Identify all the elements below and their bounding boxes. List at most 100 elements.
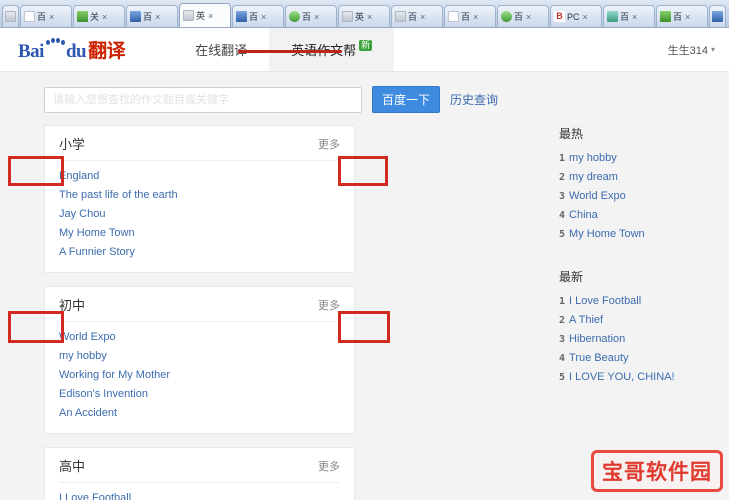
rank-number: 1 bbox=[559, 296, 566, 307]
sidebar-rank-item[interactable]: 3 Hibernation bbox=[559, 330, 729, 349]
sidebar-rank-item[interactable]: 1I Love Football bbox=[559, 292, 729, 311]
list-item[interactable]: A Funnier Story bbox=[59, 243, 340, 262]
rank-label: China bbox=[569, 209, 598, 221]
browser-tab-14[interactable] bbox=[709, 5, 726, 27]
browser-tab-label: 百 bbox=[461, 12, 471, 22]
sidebar-block-title: 最新 bbox=[559, 270, 584, 284]
close-icon[interactable]: × bbox=[261, 12, 266, 22]
close-icon[interactable]: × bbox=[420, 12, 425, 22]
logo-text-bai: Bai bbox=[18, 41, 44, 62]
user-name: 生生314 bbox=[667, 44, 708, 57]
browser-tab-7[interactable]: 英 × bbox=[338, 5, 390, 27]
rank-number: 5 bbox=[559, 372, 566, 383]
browser-tab-label: 关 bbox=[90, 12, 100, 22]
list-item[interactable]: Jay Chou bbox=[59, 205, 340, 224]
sidebar-rank-item[interactable]: 2 my dream bbox=[559, 168, 729, 187]
sidebar-rank-item[interactable]: 4 China bbox=[559, 206, 729, 225]
rank-label: My Home Town bbox=[569, 228, 645, 240]
browser-tab-10[interactable]: 百 × bbox=[497, 5, 549, 27]
baidu-fanyi-icon bbox=[342, 11, 353, 22]
green-globe-icon bbox=[289, 11, 300, 22]
list-item[interactable]: The past life of the earth bbox=[59, 186, 340, 205]
browser-tab-label: 百 bbox=[37, 12, 47, 22]
browser-tab-label: 百 bbox=[143, 12, 153, 22]
list-item[interactable]: World Expo bbox=[59, 328, 340, 347]
sidebar-rank-item[interactable]: 5I LOVE YOU, CHINA! bbox=[559, 368, 729, 387]
card-title: 高中 bbox=[59, 460, 86, 475]
page-body: 百度一下 历史查询 小学更多EnglandThe past life of th… bbox=[0, 72, 729, 500]
close-icon[interactable]: × bbox=[632, 12, 637, 22]
browser-tab-label: 百 bbox=[514, 12, 524, 22]
rank-label: my dream bbox=[569, 171, 618, 183]
sidebar-rank-item[interactable]: 5 My Home Town bbox=[559, 225, 729, 244]
list-item[interactable]: England bbox=[59, 167, 340, 186]
close-icon[interactable]: × bbox=[473, 12, 478, 22]
new-badge: 新 bbox=[359, 40, 373, 51]
card-more-link[interactable]: 更多 bbox=[318, 136, 340, 152]
close-icon[interactable]: × bbox=[583, 12, 588, 22]
browser-tab-3[interactable]: 百 × bbox=[126, 5, 178, 27]
baidu-fanyi-icon bbox=[183, 10, 194, 21]
close-icon[interactable]: × bbox=[49, 12, 54, 22]
list-item[interactable]: Edison's Invention bbox=[59, 385, 340, 404]
user-menu[interactable]: 生生314 ▾ bbox=[668, 42, 715, 58]
sidebar-rank-item[interactable]: 2A Thief bbox=[559, 311, 729, 330]
close-icon[interactable]: × bbox=[526, 12, 531, 22]
logo-text-du: du bbox=[65, 41, 87, 62]
browser-tab-4[interactable]: 英 × bbox=[179, 3, 231, 27]
close-icon[interactable]: × bbox=[314, 12, 319, 22]
card-essay-list: England The past life of the earth Jay Cho… bbox=[59, 161, 340, 262]
blue-page-icon bbox=[5, 11, 16, 22]
search-button[interactable]: 百度一下 bbox=[372, 86, 440, 113]
red-b-icon: B bbox=[554, 11, 565, 22]
blank-page-icon bbox=[448, 11, 459, 22]
browser-tab-label: 百 bbox=[249, 12, 259, 22]
browser-tab-6[interactable]: 百 × bbox=[285, 5, 337, 27]
search-input[interactable] bbox=[44, 86, 362, 113]
list-item[interactable]: Working for My Mother bbox=[59, 366, 340, 385]
browser-tab-5[interactable]: 百 × bbox=[232, 5, 284, 27]
browser-tab-strip[interactable]: 百 × 关 × 百 × 英 × 百 × 百 × 英 × 百 × 百 × 百 × B PC × 百 × 百 × bbox=[0, 0, 729, 28]
teal-app-icon bbox=[607, 11, 618, 22]
browser-tab-9[interactable]: 百 × bbox=[444, 5, 496, 27]
browser-tab-label: 英 bbox=[196, 11, 206, 21]
close-icon[interactable]: × bbox=[155, 12, 160, 22]
browser-tab-2[interactable]: 关 × bbox=[73, 5, 125, 27]
close-icon[interactable]: × bbox=[102, 12, 107, 22]
history-query-link[interactable]: 历史查询 bbox=[450, 91, 498, 108]
list-item[interactable]: My Home Town bbox=[59, 224, 340, 243]
chevron-down-icon: ▾ bbox=[710, 45, 715, 54]
browser-tab-1[interactable]: 百 × bbox=[20, 5, 72, 27]
close-icon[interactable]: × bbox=[685, 12, 690, 22]
card-title: 初中 bbox=[59, 299, 86, 314]
baidu-paw-icon bbox=[45, 38, 65, 57]
sidebar-rank-item[interactable]: 1 my hobby bbox=[559, 149, 729, 168]
rank-number: 1 bbox=[559, 153, 566, 164]
browser-tab-13[interactable]: 百 × bbox=[656, 5, 708, 27]
text-doc-icon bbox=[24, 11, 35, 22]
card-more-link[interactable]: 更多 bbox=[318, 297, 340, 313]
sidebar-block-title: 最热 bbox=[559, 127, 584, 141]
sidebar-rank-item[interactable]: 3 World Expo bbox=[559, 187, 729, 206]
list-item[interactable]: I Love Football bbox=[59, 489, 340, 500]
close-icon[interactable]: × bbox=[367, 12, 372, 22]
sidebar-rank-item[interactable]: 4 True Beauty bbox=[559, 349, 729, 368]
card-more-link[interactable]: 更多 bbox=[318, 458, 340, 474]
rank-label: World Expo bbox=[569, 190, 626, 202]
close-icon[interactable]: × bbox=[208, 11, 213, 21]
browser-tab-12[interactable]: 百 × bbox=[603, 5, 655, 27]
card-header: 小学 更多 bbox=[59, 134, 340, 161]
browser-tab-label: 百 bbox=[673, 12, 683, 22]
rank-number: 4 bbox=[559, 353, 566, 364]
baidu-fanyi-logo[interactable]: Bai du 翻译 bbox=[18, 36, 126, 63]
browser-tab-label: PC bbox=[567, 11, 580, 22]
rank-label: True Beauty bbox=[569, 352, 629, 364]
browser-tab-8[interactable]: 百 × bbox=[391, 5, 443, 27]
list-item[interactable]: my hobby bbox=[59, 347, 340, 366]
baidu-paw-icon bbox=[712, 11, 723, 22]
browser-tab-label: 百 bbox=[620, 12, 630, 22]
browser-tab-0[interactable] bbox=[2, 5, 19, 27]
browser-tab-11[interactable]: B PC × bbox=[550, 5, 602, 27]
list-item[interactable]: An Accident bbox=[59, 404, 340, 423]
rank-label: I LOVE YOU, CHINA! bbox=[569, 371, 675, 383]
